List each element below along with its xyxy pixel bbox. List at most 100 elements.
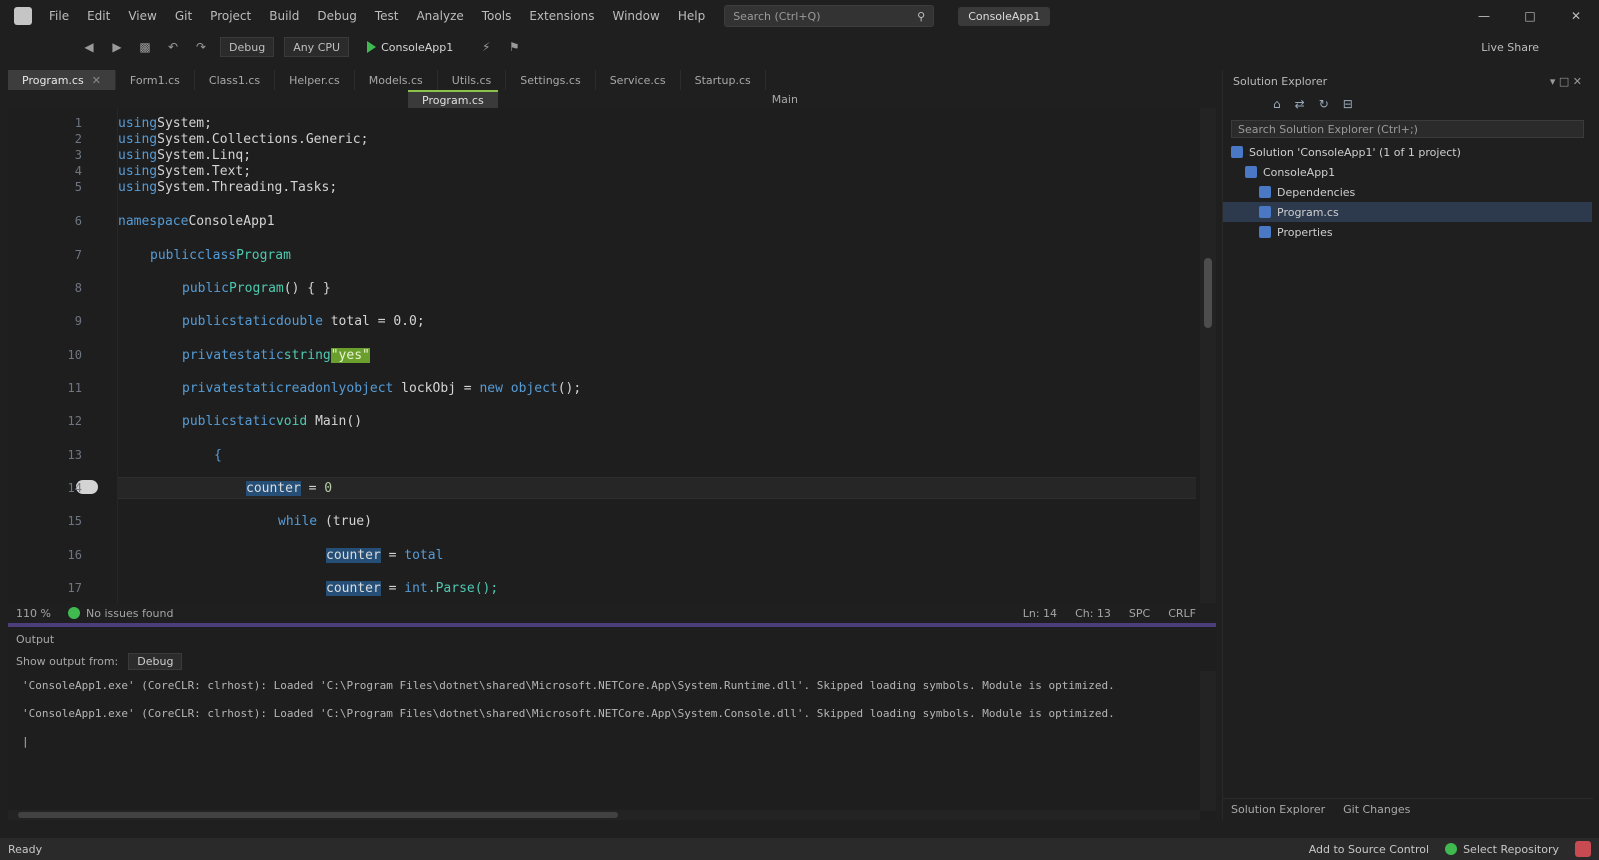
menu-test[interactable]: Test <box>366 9 408 23</box>
search-input[interactable]: Search (Ctrl+Q) ⚲ <box>724 5 935 27</box>
tab-startup[interactable]: Startup.cs <box>681 70 766 90</box>
menu-extensions[interactable]: Extensions <box>520 9 603 23</box>
tab-label: Form1.cs <box>129 73 180 87</box>
tab-settings[interactable]: Settings.cs <box>506 70 596 90</box>
tab-program[interactable]: Program.cs ✕ <box>8 70 116 90</box>
editor-status-bar: 110 % No issues found Ln: 14 Ch: 13 SPC … <box>8 603 1216 623</box>
line-number: 12 <box>67 414 82 428</box>
keyword: int <box>404 580 428 596</box>
code-text: = <box>380 580 405 596</box>
code-text: total <box>404 547 444 563</box>
tree-item-label: Dependencies <box>1277 185 1356 199</box>
tab-label: Settings.cs <box>520 73 581 87</box>
code-area[interactable]: using System; using System.Collections.G… <box>118 108 1196 603</box>
editor-vertical-scrollbar[interactable] <box>1200 108 1216 603</box>
save-icon[interactable]: ▩ <box>136 38 154 56</box>
code-editor[interactable]: 1 2 3 4 5 6 7 8 9 10 11 12 13 14 15 16 17 using System; … <box>8 108 1216 603</box>
notifications-icon[interactable] <box>1575 841 1591 857</box>
bookmark-icon[interactable]: ⚑ <box>505 38 523 56</box>
close-icon[interactable]: ✕ <box>1553 9 1599 23</box>
output-source-select[interactable]: Debug <box>128 652 183 670</box>
current-code-line: counter = 0 <box>118 477 1196 499</box>
code-line: private static readonly object lockObj =… <box>118 377 1196 399</box>
scrollbar-thumb[interactable] <box>1204 258 1212 328</box>
keyword: public <box>182 313 229 329</box>
tree-item-solution[interactable]: Solution 'ConsoleApp1' (1 of 1 project) <box>1223 142 1592 162</box>
start-debugging-button[interactable]: ConsoleApp1 <box>359 37 461 57</box>
menu-project[interactable]: Project <box>201 9 260 23</box>
git-icon <box>1445 843 1458 855</box>
solution-explorer-header: Solution Explorer ▾ □ ✕ <box>1223 70 1592 92</box>
line-ending[interactable]: CRLF <box>1168 607 1196 620</box>
code-text: System.Threading.Tasks; <box>157 179 338 195</box>
tab-form1[interactable]: Form1.cs <box>116 70 195 90</box>
tab-label: Class1.cs <box>208 73 261 87</box>
redo-icon[interactable]: ↷ <box>192 38 210 56</box>
code-line: public static double total = 0.0; <box>118 310 1196 332</box>
tab-git-changes[interactable]: Git Changes <box>1343 803 1410 816</box>
close-tab-icon[interactable]: ✕ <box>92 74 101 87</box>
sync-icon[interactable]: ⇄ <box>1295 97 1305 111</box>
menu-analyze[interactable]: Analyze <box>407 9 472 23</box>
back-icon[interactable]: ◀ <box>80 38 98 56</box>
tab-models[interactable]: Models.cs <box>355 70 438 90</box>
code-line: { <box>118 444 1196 466</box>
tab-solution-explorer[interactable]: Solution Explorer <box>1231 803 1325 816</box>
refresh-icon[interactable]: ↻ <box>1319 97 1329 111</box>
line-number: 6 <box>74 214 82 228</box>
maximize-icon[interactable]: □ <box>1507 9 1553 23</box>
menu-debug[interactable]: Debug <box>308 9 365 23</box>
tab-helper[interactable]: Helper.cs <box>275 70 355 90</box>
minimize-icon[interactable]: — <box>1461 9 1507 23</box>
menu-window[interactable]: Window <box>604 9 669 23</box>
member-dropdown[interactable]: Main <box>758 90 812 108</box>
tree-item-properties[interactable]: Properties <box>1223 222 1592 242</box>
output-horizontal-scrollbar[interactable] <box>8 810 1200 820</box>
menu-file[interactable]: File <box>40 9 78 23</box>
forward-icon[interactable]: ▶ <box>108 38 126 56</box>
tree-item-project[interactable]: ConsoleApp1 <box>1223 162 1592 182</box>
tree-item-dependencies[interactable]: Dependencies <box>1223 182 1592 202</box>
platform-select[interactable]: Any CPU <box>284 37 350 57</box>
panel-options-icon[interactable]: ▾ □ ✕ <box>1550 75 1582 88</box>
tab-service[interactable]: Service.cs <box>596 70 681 90</box>
menu-edit[interactable]: Edit <box>78 9 119 23</box>
play-icon <box>367 41 377 53</box>
line-number: 17 <box>67 581 82 595</box>
undo-icon[interactable]: ↶ <box>164 38 182 56</box>
menu-tools[interactable]: Tools <box>473 9 521 23</box>
code-text: () { } <box>283 280 331 296</box>
tab-label: Service.cs <box>609 73 666 87</box>
tree-item-program-cs[interactable]: Program.cs <box>1223 202 1592 222</box>
menu-build[interactable]: Build <box>260 9 308 23</box>
code-line: namespace ConsoleApp1 <box>118 210 1196 232</box>
select-repository-button[interactable]: Select Repository <box>1445 843 1559 856</box>
project-icon <box>1245 166 1257 178</box>
type-name: void <box>275 413 308 429</box>
collapse-all-icon[interactable]: ⊟ <box>1343 97 1353 111</box>
zoom-level[interactable]: 110 % <box>8 607 68 620</box>
output-vertical-scrollbar[interactable] <box>1200 671 1216 811</box>
menu-view[interactable]: View <box>119 9 165 23</box>
tab-class1[interactable]: Class1.cs <box>195 70 276 90</box>
live-share-button[interactable]: Live Share <box>1481 41 1539 54</box>
hot-reload-icon[interactable]: ⚡ <box>477 38 495 56</box>
home-icon[interactable]: ⌂ <box>1273 97 1281 111</box>
issues-indicator[interactable]: No issues found <box>68 607 173 620</box>
output-line: 'ConsoleApp1.exe' (CoreCLR: clrhost): Lo… <box>22 706 1115 720</box>
tab-program-secondary[interactable]: Program.cs <box>408 90 498 108</box>
line-number: 15 <box>67 514 82 528</box>
scrollbar-thumb[interactable] <box>18 812 618 818</box>
code-line: while (true) <box>118 510 1196 532</box>
menu-git[interactable]: Git <box>166 9 201 23</box>
solution-search-input[interactable]: Search Solution Explorer (Ctrl+;) <box>1231 120 1584 138</box>
highlighted-identifier: counter <box>246 480 301 496</box>
keyword: new object <box>479 380 558 396</box>
code-text: ConsoleApp1 <box>188 213 275 229</box>
add-to-source-control-button[interactable]: Add to Source Control <box>1309 843 1429 856</box>
menu-help[interactable]: Help <box>669 9 714 23</box>
whitespace-mode[interactable]: SPC <box>1129 607 1150 620</box>
keyword: class <box>196 247 237 263</box>
tab-utils[interactable]: Utils.cs <box>438 70 507 90</box>
configuration-select[interactable]: Debug <box>220 37 275 57</box>
